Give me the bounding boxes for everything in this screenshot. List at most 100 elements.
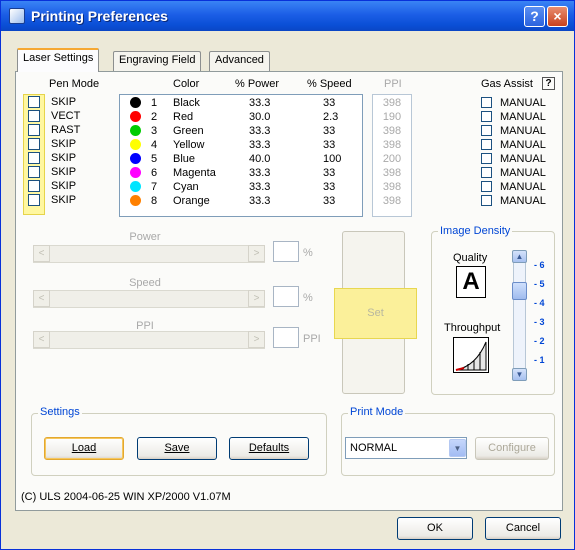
pen-number: 6	[151, 167, 158, 179]
density-slider-track[interactable]	[513, 251, 526, 381]
pen-power-value: 40.0	[249, 153, 271, 165]
ppi-value-field[interactable]	[273, 327, 299, 348]
speed-slider-left-arrow-icon[interactable]: <	[33, 290, 50, 307]
density-up-arrow-icon[interactable]: ▲	[512, 250, 527, 263]
quality-label: Quality	[453, 252, 488, 264]
gas-assist-help-button[interactable]: ?	[542, 77, 555, 90]
pen-color-name: Yellow	[173, 139, 205, 151]
density-slider-thumb[interactable]	[512, 282, 527, 300]
gas-assist-checkbox[interactable]	[481, 97, 492, 108]
print-mode-select[interactable]: NORMAL ▼	[345, 437, 467, 459]
pen-power-value: 33.3	[249, 97, 271, 109]
gas-assist-checkbox[interactable]	[481, 125, 492, 136]
density-tick-label: - 2	[534, 336, 545, 346]
gas-assist-value: MANUAL	[500, 97, 546, 109]
speed-header: % Speed	[307, 78, 352, 90]
power-slider-right-arrow-icon[interactable]: >	[248, 245, 265, 262]
cancel-button[interactable]: Cancel	[485, 517, 561, 540]
speed-slider-label: Speed	[129, 277, 161, 289]
pen-power-value: 33.3	[249, 167, 271, 179]
ppi-slider[interactable]	[33, 331, 265, 349]
color-header: Color	[173, 78, 200, 90]
pen-mode-checkbox[interactable]	[28, 124, 40, 136]
power-value-field[interactable]	[273, 241, 299, 262]
speed-unit: %	[303, 292, 313, 304]
density-tick-label: - 3	[534, 317, 545, 327]
gas-assist-checkbox[interactable]	[481, 139, 492, 150]
pen-mode-checkbox[interactable]	[28, 138, 40, 150]
pen-mode-value: SKIP	[51, 194, 77, 206]
pen-number: 5	[151, 153, 158, 165]
ppi-slider-left-arrow-icon[interactable]: <	[33, 331, 50, 348]
tab-advanced[interactable]: Advanced	[209, 51, 270, 71]
pen-power-value: 30.0	[249, 111, 271, 123]
power-slider[interactable]	[33, 245, 265, 263]
pen-mode-checkbox[interactable]	[28, 180, 40, 192]
pen-number: 1	[151, 97, 158, 109]
save-button[interactable]: Save	[137, 437, 217, 460]
pen-ppi-value: 190	[382, 111, 402, 123]
speed-slider[interactable]	[33, 290, 265, 308]
gas-assist-checkbox[interactable]	[481, 111, 492, 122]
pen-mode-value: SKIP	[51, 96, 77, 108]
pen-power-value: 33.3	[249, 125, 271, 137]
speed-value-field[interactable]	[273, 286, 299, 307]
color-dot-icon	[130, 111, 141, 122]
pen-speed-value: 33	[323, 167, 336, 179]
pen-mode-checkbox[interactable]	[28, 152, 40, 164]
pen-number: 2	[151, 111, 158, 123]
pen-mode-checkbox[interactable]	[28, 194, 40, 206]
gas-assist-checkbox[interactable]	[481, 195, 492, 206]
power-slider-label: Power	[129, 231, 161, 243]
gas-assist-checkbox[interactable]	[481, 181, 492, 192]
defaults-button-label: Defaults	[248, 442, 290, 454]
defaults-button[interactable]: Defaults	[229, 437, 309, 460]
pen-color-name: Blue	[173, 153, 196, 165]
ppi-slider-right-arrow-icon[interactable]: >	[248, 331, 265, 348]
gas-assist-checkbox[interactable]	[481, 153, 492, 164]
pen-mode-checkbox[interactable]	[28, 110, 40, 122]
pen-speed-value: 33	[323, 125, 336, 137]
tab-laser-settings[interactable]: Laser Settings	[17, 48, 100, 72]
speed-slider-right-arrow-icon[interactable]: >	[248, 290, 265, 307]
image-density-title: Image Density	[438, 225, 513, 237]
pen-mode-value: SKIP	[51, 152, 77, 164]
quality-icon: A	[456, 266, 486, 298]
version-text: (C) ULS 2004-06-25 WIN XP/2000 V1.07M	[21, 491, 231, 503]
density-down-arrow-icon[interactable]: ▼	[512, 368, 527, 381]
pen-mode-value: SKIP	[51, 166, 77, 178]
pen-number: 4	[151, 139, 158, 151]
configure-button[interactable]: Configure	[475, 437, 549, 460]
color-dot-icon	[130, 97, 141, 108]
pen-ppi-value: 398	[382, 97, 402, 109]
set-button[interactable]: Set	[334, 288, 417, 339]
color-dot-icon	[130, 195, 141, 206]
density-tick-label: - 6	[534, 260, 545, 270]
close-button[interactable]: ×	[547, 6, 568, 27]
print-mode-title: Print Mode	[348, 406, 406, 418]
printer-icon	[9, 8, 25, 24]
gas-assist-value: MANUAL	[500, 167, 546, 179]
pen-mode-checkbox[interactable]	[28, 96, 40, 108]
dialog-window: Printing Preferences ? × Laser Settings …	[0, 0, 575, 550]
pen-ppi-value: 200	[382, 153, 402, 165]
pen-ppi-value: 398	[382, 195, 402, 207]
power-header: % Power	[235, 78, 280, 90]
load-button[interactable]: Load	[44, 437, 124, 460]
gas-assist-checkbox[interactable]	[481, 167, 492, 178]
title-bar[interactable]: Printing Preferences ? ×	[1, 1, 574, 31]
power-slider-left-arrow-icon[interactable]: <	[33, 245, 50, 262]
pen-mode-checkbox[interactable]	[28, 166, 40, 178]
color-dot-icon	[130, 181, 141, 192]
pen-mode-value: VECT	[51, 110, 81, 122]
image-density-group	[431, 231, 555, 395]
density-tick-label: - 5	[534, 279, 545, 289]
pen-speed-value: 100	[323, 153, 342, 165]
chevron-down-icon[interactable]: ▼	[449, 439, 466, 457]
tab-engraving-field[interactable]: Engraving Field	[113, 51, 202, 71]
pen-power-value: 33.3	[249, 195, 271, 207]
gas-assist-value: MANUAL	[500, 195, 546, 207]
pen-number: 7	[151, 181, 158, 193]
help-button[interactable]: ?	[524, 6, 545, 27]
ok-button[interactable]: OK	[397, 517, 473, 540]
